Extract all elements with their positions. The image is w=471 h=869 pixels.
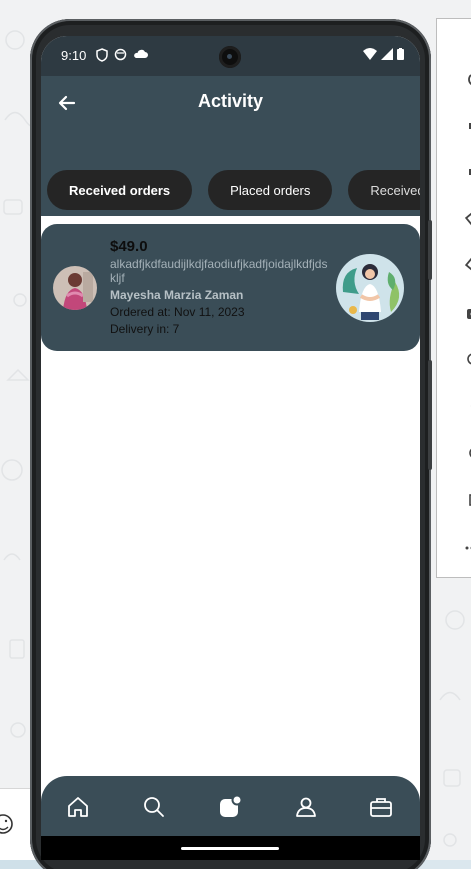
volume-up-icon[interactable] [457, 116, 471, 136]
home-indicator[interactable] [181, 847, 279, 850]
profile-icon [296, 797, 316, 817]
rotate-left-icon[interactable] [457, 209, 471, 229]
nav-activity[interactable] [217, 794, 243, 820]
app-bar: Activity Received orders Placed orders R… [41, 76, 420, 216]
front-camera [219, 46, 241, 68]
service-illustration [335, 252, 405, 324]
nav-profile[interactable] [293, 794, 319, 820]
order-tabs: Received orders Placed orders Received C [47, 170, 420, 212]
order-description: alkadfjkdfaudijlkdjfaodiufjkadfjoidajlkd… [110, 257, 328, 285]
shield-icon [96, 48, 108, 62]
order-card[interactable]: $49.0 alkadfjkdfaudijlkdjfaodiufjkadfjoi… [41, 224, 420, 351]
briefcase-icon [370, 798, 392, 817]
tab-placed-orders[interactable]: Placed orders [208, 170, 333, 210]
tab-received-orders[interactable]: Received orders [47, 170, 193, 210]
tab-received-other[interactable]: Received C [348, 170, 420, 210]
nav-home[interactable] [65, 794, 91, 820]
face-icon [114, 48, 127, 61]
home-icon[interactable] [457, 443, 471, 463]
phone-power-button [428, 220, 432, 280]
back-icon[interactable] [457, 396, 471, 416]
camera-icon[interactable] [457, 303, 471, 323]
emoji-icon[interactable] [0, 812, 14, 836]
wifi-icon [363, 48, 377, 60]
rotate-right-icon[interactable] [457, 256, 471, 276]
gesture-bar [41, 836, 420, 860]
order-date: Ordered at: Nov 11, 2023 [110, 305, 245, 319]
zoom-icon[interactable] [457, 349, 471, 369]
delivery-time: Delivery in: 7 [110, 322, 180, 336]
home-icon [68, 797, 88, 817]
order-price: $49.0 [110, 238, 148, 255]
bottom-navigation [41, 776, 420, 836]
status-bar: 9:10 [41, 36, 420, 76]
buyer-name: Mayesha Marzia Zaman [110, 288, 244, 302]
nav-briefcase[interactable] [368, 794, 394, 820]
battery-icon [397, 48, 404, 60]
signal-icon [381, 48, 393, 60]
phone-screen: 9:10 Activity Received orders Placed ord… [41, 36, 420, 860]
overview-icon[interactable] [457, 490, 471, 510]
nav-search[interactable] [141, 794, 167, 820]
activity-icon [220, 794, 243, 817]
power-icon[interactable] [457, 69, 471, 89]
volume-down-icon[interactable] [457, 162, 471, 182]
orders-list: $49.0 alkadfjkdfaudijlkdjfaodiufjkadfjoi… [41, 216, 420, 776]
search-icon [144, 797, 164, 817]
emulator-control-panel [436, 18, 471, 578]
page-title: Activity [197, 91, 264, 111]
phone-volume-button [428, 360, 432, 470]
more-icon[interactable] [457, 537, 471, 557]
minimize-icon[interactable] [457, 27, 471, 47]
status-time: 9:10 [61, 48, 87, 63]
cloud-icon [134, 49, 148, 58]
buyer-avatar [53, 266, 97, 310]
